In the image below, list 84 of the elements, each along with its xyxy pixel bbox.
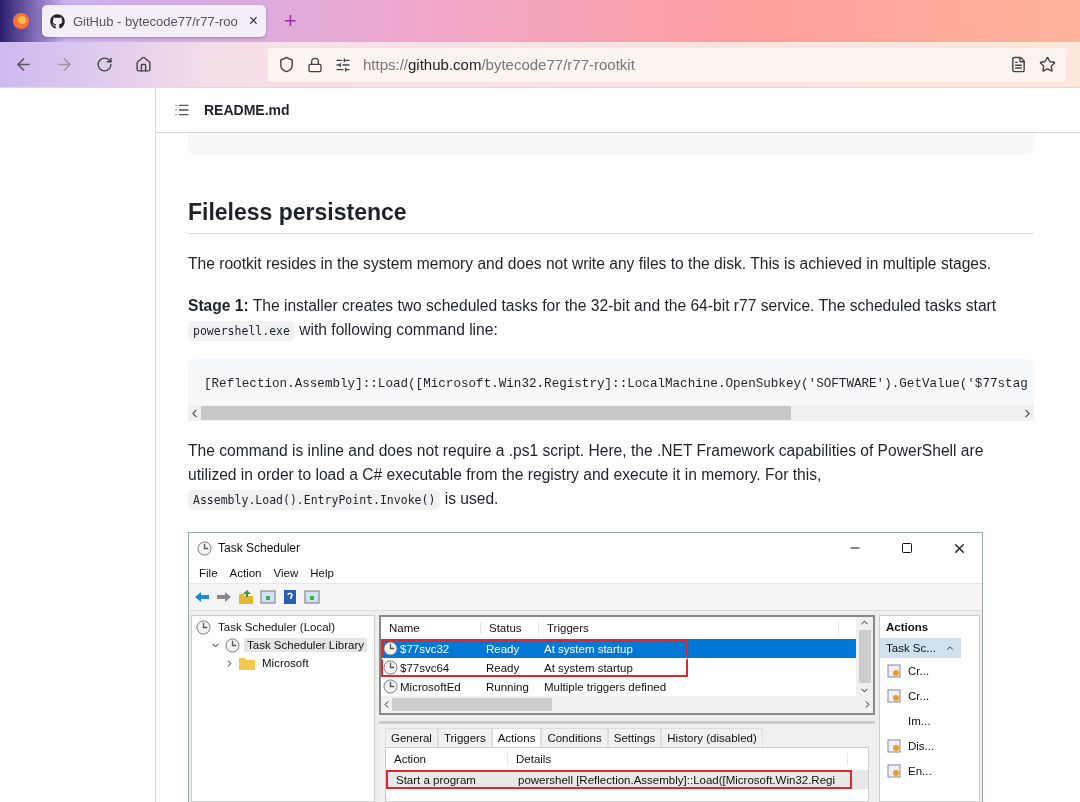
close-tab-button[interactable]: × bbox=[248, 12, 258, 30]
permissions-icon[interactable] bbox=[335, 56, 351, 73]
collapse-icon[interactable] bbox=[945, 643, 955, 653]
action-link[interactable]: Cr... bbox=[908, 689, 930, 702]
inline-code: powershell.exe bbox=[188, 321, 295, 341]
task-icon bbox=[886, 687, 902, 704]
table-cell-text: Start a program bbox=[395, 773, 477, 786]
column-header[interactable]: Status bbox=[481, 622, 539, 634]
file-name: README.md bbox=[204, 102, 290, 118]
pane-title: Actions bbox=[885, 620, 930, 635]
task-row[interactable]: MicrosoftEd Running Multiple triggers defined bbox=[381, 677, 856, 696]
tab[interactable]: History (disabled) bbox=[661, 728, 763, 747]
menu-item[interactable]: Action bbox=[229, 567, 262, 579]
tab[interactable]: Settings bbox=[607, 728, 662, 747]
task-row[interactable]: $77svc32 Ready At system startup bbox=[381, 639, 856, 658]
horizontal-scrollbar[interactable] bbox=[381, 696, 873, 713]
github-icon bbox=[50, 13, 65, 29]
tree-item[interactable]: Task Scheduler (Local) bbox=[215, 620, 338, 634]
help-icon[interactable] bbox=[281, 588, 299, 606]
clock-icon bbox=[383, 679, 398, 694]
action-link[interactable]: Dis... bbox=[908, 739, 935, 752]
clock-icon bbox=[383, 641, 398, 656]
tab-title: GitHub - bytecode77/r77-roo bbox=[73, 13, 239, 29]
table-cell-text: MicrosoftEd bbox=[399, 680, 462, 693]
url-text: https://github.com/bytecode77/r77-rootkit bbox=[363, 56, 636, 73]
window-title: Task Scheduler bbox=[218, 541, 302, 555]
tab[interactable]: Triggers bbox=[437, 728, 492, 747]
table-cell-text: Multiple triggers defined bbox=[543, 680, 668, 693]
table-cell-text: $77svc32 bbox=[399, 642, 451, 655]
paragraph: The rootkit resides in the system memory and does not write any files to the disk. This is achieved in multiple stages. bbox=[188, 254, 993, 274]
action-row[interactable]: Start a program powershell [Reflection.Assembly]::Load([Microsoft.Win32.Regi bbox=[386, 770, 868, 789]
table-cell-text: Running bbox=[485, 680, 530, 693]
table-cell-text: Ready bbox=[485, 642, 521, 655]
folder-up-icon[interactable] bbox=[237, 588, 255, 606]
tab[interactable]: Actions bbox=[491, 728, 542, 747]
section-heading: Fileless persistence bbox=[188, 199, 1034, 234]
browser-tab[interactable]: GitHub - bytecode77/r77-roo × bbox=[42, 5, 266, 37]
outline-menu-icon[interactable] bbox=[174, 102, 190, 118]
tree-item[interactable]: Task Scheduler Library bbox=[244, 638, 367, 652]
panel-icon[interactable] bbox=[303, 588, 321, 606]
browser-logo[interactable] bbox=[12, 12, 30, 30]
table-cell-text: At system startup bbox=[543, 661, 634, 674]
menu-item[interactable]: View bbox=[273, 567, 299, 579]
tree-item[interactable]: Microsoft bbox=[259, 656, 312, 670]
tab[interactable]: Conditions bbox=[541, 728, 608, 747]
paragraph: Stage 1: The installer creates two scheduled tasks for the 32-bit and the 64-bit r77 service. The scheduled tasks start powershell.exe with following command line: bbox=[188, 294, 1034, 343]
menu-item[interactable]: File bbox=[199, 567, 218, 579]
menu-item[interactable]: Help bbox=[310, 567, 334, 579]
column-header[interactable]: Details bbox=[508, 753, 848, 765]
address-bar[interactable]: https://github.com/bytecode77/r77-rootkit bbox=[268, 47, 1066, 82]
column-header[interactable]: Triggers bbox=[539, 622, 839, 634]
pane-section[interactable]: Task Sc... bbox=[880, 638, 961, 658]
clock-icon bbox=[383, 660, 398, 675]
action-link[interactable]: En... bbox=[908, 764, 932, 777]
bookmark-star-icon[interactable] bbox=[1039, 56, 1056, 73]
tab[interactable]: General bbox=[385, 728, 438, 747]
table-cell-text: powershell [Reflection.Assembly]::Load([Microsoft.Win32.Regi bbox=[517, 773, 837, 786]
task-icon bbox=[886, 737, 902, 754]
task-row[interactable]: $77svc64 Ready At system startup bbox=[381, 658, 856, 677]
task-scheduler-icon bbox=[197, 540, 212, 556]
column-header[interactable]: Name bbox=[381, 622, 481, 634]
table-cell-text: At system startup bbox=[543, 642, 634, 655]
table-cell-text: Ready bbox=[485, 661, 521, 674]
code-text: [Reflection.Assembly]::Load([Microsoft.Win32.Registry]::LocalMachine.OpenSubkey('SOFTWARE').GetValue('$77stag bbox=[204, 377, 1029, 391]
column-header[interactable]: Action bbox=[386, 753, 508, 765]
task-icon bbox=[886, 662, 902, 679]
home-icon[interactable] bbox=[135, 56, 152, 73]
horizontal-scrollbar[interactable] bbox=[188, 405, 1034, 421]
lock-icon[interactable] bbox=[307, 56, 323, 73]
folder-icon bbox=[239, 656, 255, 670]
task-icon bbox=[886, 762, 902, 779]
maximize-icon[interactable] bbox=[901, 542, 913, 554]
reload-icon[interactable] bbox=[96, 56, 113, 73]
reader-view-icon[interactable] bbox=[1010, 56, 1027, 73]
action-link[interactable]: Im... bbox=[908, 714, 931, 727]
paragraph: The command is inline and does not require a .ps1 script. Here, the .NET Framework capabilities of PowerShell are utilized in order to load a C# executable from the registry and execute it in memory. For this, Assembly.Load().EntryPoint.Invoke() is used. bbox=[188, 439, 1034, 512]
panel-icon[interactable] bbox=[259, 588, 277, 606]
inline-code: Assembly.Load().EntryPoint.Invoke() bbox=[188, 490, 441, 510]
vertical-scrollbar[interactable] bbox=[856, 617, 873, 696]
action-link[interactable]: Cr... bbox=[908, 664, 930, 677]
shield-icon[interactable] bbox=[278, 56, 295, 73]
table-cell-text: $77svc64 bbox=[399, 661, 451, 674]
clock-icon bbox=[196, 619, 211, 635]
back-icon[interactable] bbox=[14, 55, 33, 74]
